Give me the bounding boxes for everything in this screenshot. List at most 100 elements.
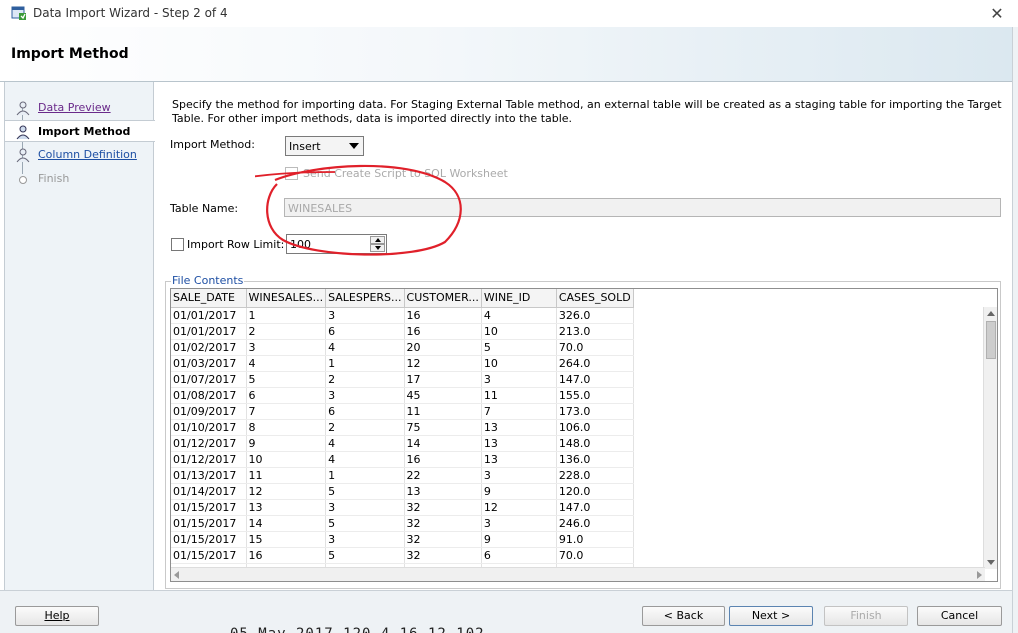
table-cell: 1 (325, 355, 405, 372)
column-header[interactable]: WINESALES... (246, 289, 327, 308)
table-cell: 6 (325, 323, 405, 340)
column-header[interactable]: WINE_ID (481, 289, 557, 308)
scroll-thumb[interactable] (986, 321, 996, 359)
table-cell: 13 (246, 499, 327, 516)
file-contents-group: File Contents SALE_DATE WINESALES... SALES… (165, 274, 1001, 589)
window-title: Data Import Wizard - Step 2 of 4 (33, 6, 228, 20)
table-cell: 01/12/2017 (171, 435, 247, 452)
table-cell: 228.0 (556, 467, 634, 484)
table-cell: 8 (246, 419, 327, 436)
table-row: 01/12/2017 10 4 16 13 136.0 (171, 451, 634, 468)
nav-item-data-preview[interactable]: Data Preview (5, 97, 154, 119)
vertical-scrollbar[interactable] (983, 307, 997, 569)
table-cell: 5 (481, 339, 557, 356)
table-cell: 6 (325, 403, 405, 420)
scroll-right-icon[interactable] (977, 571, 982, 579)
next-button[interactable]: Next > (729, 606, 813, 626)
main-content: Specify the method for importing data. F… (155, 82, 1012, 590)
table-cell: 147.0 (556, 499, 634, 516)
table-cell: 9 (481, 483, 557, 500)
table-row: 01/01/2017 1 3 16 4 326.0 (171, 307, 634, 324)
column-header[interactable]: CASES_SOLD (556, 289, 634, 308)
table-cell: 9 (246, 435, 327, 452)
row-limit-label: Import Row Limit: (187, 238, 285, 251)
table-row: 01/03/2017 4 1 12 10 264.0 (171, 355, 634, 372)
table-cell: 147.0 (556, 371, 634, 388)
table-cell: 01/13/2017 (171, 467, 247, 484)
table-cell: 3 (325, 531, 405, 548)
table-cell: 22 (404, 467, 482, 484)
table-row: 01/07/2017 5 2 17 3 147.0 (171, 371, 634, 388)
table-cell: 3 (325, 387, 405, 404)
column-header[interactable]: SALE_DATE (171, 289, 247, 308)
data-table: SALE_DATE WINESALES... SALESPERS... CUSTOME… (171, 289, 634, 580)
table-row: 01/08/2017 6 3 45 11 155.0 (171, 387, 634, 404)
table-cell: 10 (481, 355, 557, 372)
table-header-row: SALE_DATE WINESALES... SALESPERS... CUSTOME… (171, 289, 634, 308)
table-name-input[interactable]: WINESALES (284, 198, 1001, 217)
table-cell: 3 (481, 467, 557, 484)
spin-down-button[interactable] (370, 244, 385, 252)
table-cell: 264.0 (556, 355, 634, 372)
table-cell: 6 (246, 387, 327, 404)
table-cell: 9 (481, 531, 557, 548)
table-cell: 14 (404, 435, 482, 452)
table-cell: 1 (246, 307, 327, 324)
nav-item-finish: Finish (5, 168, 154, 190)
help-button[interactable]: Help (15, 606, 99, 626)
table-cell: 75 (404, 419, 482, 436)
scroll-down-icon[interactable] (987, 560, 995, 565)
table-cell: 4 (481, 307, 557, 324)
table-cell: 173.0 (556, 403, 634, 420)
table-cell: 01/01/2017 (171, 307, 247, 324)
nav-item-column-definition[interactable]: Column Definition (5, 144, 154, 166)
table-cell: 4 (246, 355, 327, 372)
table-cell: 5 (325, 483, 405, 500)
table-cell: 16 (246, 547, 327, 564)
import-method-select[interactable]: Insert (285, 136, 364, 156)
table-cell: 12 (246, 483, 327, 500)
table-cell: 32 (404, 499, 482, 516)
close-icon[interactable]: ✕ (986, 3, 1008, 23)
column-header[interactable]: CUSTOMER... (404, 289, 482, 308)
page-title: Import Method (11, 46, 129, 62)
cancel-button[interactable]: Cancel (917, 606, 1002, 626)
table-cell: 16 (404, 323, 482, 340)
column-header[interactable]: SALESPERS... (325, 289, 405, 308)
table-cell: 213.0 (556, 323, 634, 340)
nav-label: Import Method (38, 125, 131, 138)
table-cell: 12 (404, 355, 482, 372)
send-script-label: Send Create Script to SQL Worksheet (303, 167, 508, 180)
table-cell: 136.0 (556, 451, 634, 468)
scroll-left-icon[interactable] (174, 571, 179, 579)
next-label: Next > (751, 609, 791, 622)
step-circle-icon (19, 176, 27, 184)
row-limit-spinner[interactable]: 100 (286, 234, 387, 254)
horizontal-scrollbar[interactable] (171, 567, 985, 581)
wizard-steps-nav: Data Preview Import Method Column Defini… (4, 82, 155, 590)
table-cell: 01/01/2017 (171, 323, 247, 340)
table-row: 01/10/2017 8 2 75 13 106.0 (171, 419, 634, 436)
table-cell: 01/02/2017 (171, 339, 247, 356)
nav-item-import-method[interactable]: Import Method (5, 120, 155, 142)
table-cell: 01/15/2017 (171, 515, 247, 532)
table-cell: 13 (481, 451, 557, 468)
background-window-text: 05-May-2017 120 4 16 12 102 (230, 626, 850, 633)
spin-up-button[interactable] (370, 236, 385, 244)
table-cell: 2 (325, 419, 405, 436)
table-cell: 120.0 (556, 483, 634, 500)
send-script-checkbox[interactable] (285, 167, 298, 180)
page-header: Import Method (0, 27, 1012, 82)
row-limit-checkbox[interactable] (171, 238, 184, 251)
table-cell: 01/10/2017 (171, 419, 247, 436)
table-cell: 3 (481, 515, 557, 532)
table-row: 01/01/2017 2 6 16 10 213.0 (171, 323, 634, 340)
window-edge (1012, 27, 1018, 633)
back-button[interactable]: < Back (642, 606, 725, 626)
table-cell: 32 (404, 531, 482, 548)
table-cell: 11 (404, 403, 482, 420)
table-cell: 70.0 (556, 547, 634, 564)
scroll-up-icon[interactable] (987, 311, 995, 316)
table-cell: 20 (404, 339, 482, 356)
chevron-down-icon (349, 143, 359, 149)
